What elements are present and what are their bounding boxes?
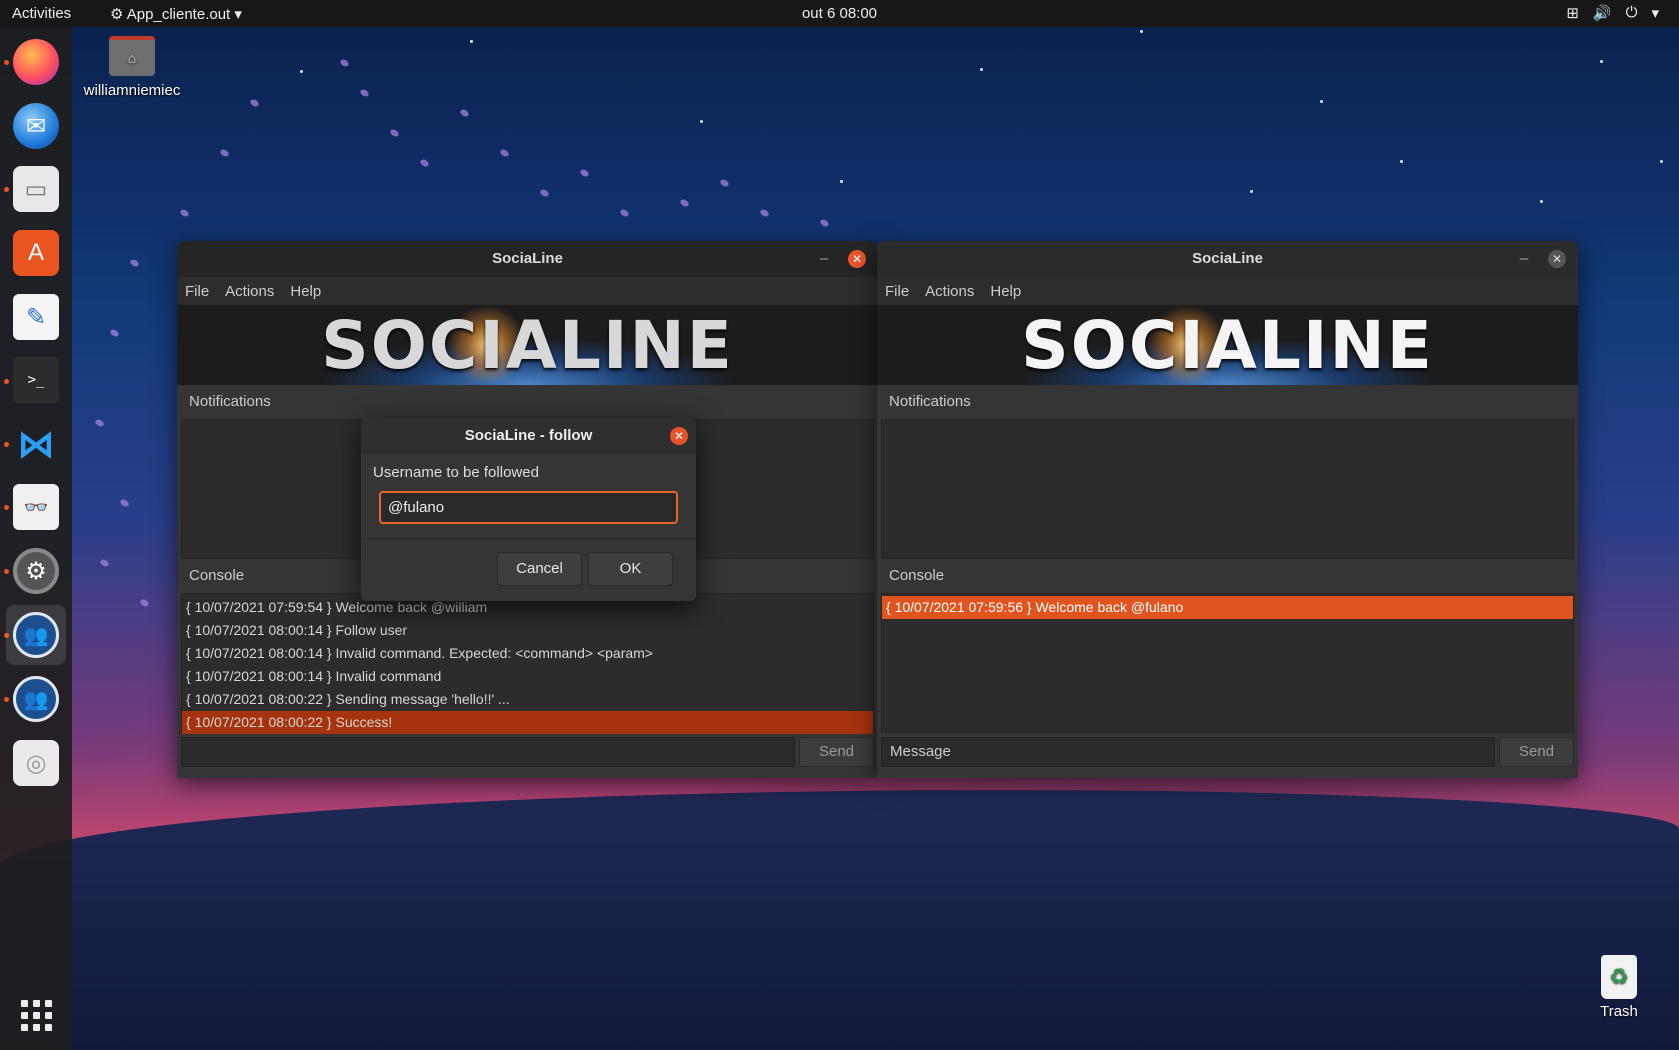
dialog-title: SociaLine - follow <box>464 427 593 444</box>
menu-file[interactable]: File <box>885 283 909 300</box>
username-label: Username to be followed <box>373 464 539 481</box>
dock-firefox[interactable] <box>6 32 66 92</box>
console-line-selected[interactable]: { 10/07/2021 08:00:22 } Success! <box>182 711 873 734</box>
ok-button[interactable]: OK <box>588 552 673 586</box>
window-titlebar[interactable]: SociaLine – ✕ <box>177 241 878 277</box>
top-bar: Activities ⚙ App_cliente.out ▾ out 6 08:… <box>0 0 1679 27</box>
network-icon: ⊞ <box>1566 5 1579 22</box>
dock-socialine-2[interactable]: 👥 <box>6 669 66 729</box>
menu-bar: File Actions Help <box>877 277 1578 305</box>
socialine-window-right: SociaLine – ✕ File Actions Help SOCIALIN… <box>877 241 1578 778</box>
follow-dialog: SociaLine - follow ✕ Username to be foll… <box>361 418 696 601</box>
close-button[interactable]: ✕ <box>670 427 688 445</box>
socialine-icon: 👥 <box>13 676 59 722</box>
system-tray[interactable]: ⊞ 🔊 ⏻ ▾ <box>1566 4 1659 22</box>
trash-icon: ♻ <box>1601 955 1637 999</box>
close-button[interactable]: ✕ <box>1548 250 1566 268</box>
dock-files[interactable]: ▭ <box>6 159 66 219</box>
window-titlebar[interactable]: SociaLine – ✕ <box>877 241 1578 277</box>
socialine-banner: SOCIALINE <box>877 305 1578 385</box>
console-label: Console <box>889 567 945 584</box>
files-icon: ▭ <box>13 166 59 212</box>
text-editor-icon: ✎ <box>13 294 59 340</box>
home-folder-icon: ⌂ <box>109 36 155 76</box>
dock-dvd[interactable]: ◎ <box>6 733 66 793</box>
close-button[interactable]: ✕ <box>848 250 866 268</box>
dock-vscode[interactable]: ⋈ <box>6 414 66 474</box>
dock: ✉ ▭ A ✎ >_ ⋈ 👓 ⚙ 👥 👥 ◎ <box>0 27 72 1050</box>
volume-icon: 🔊 <box>1592 5 1612 22</box>
menu-actions[interactable]: Actions <box>225 283 274 300</box>
message-input[interactable]: Message <box>881 737 1495 767</box>
terminal-icon: >_ <box>13 357 59 403</box>
firefox-icon <box>13 39 59 85</box>
console-line[interactable]: { 10/07/2021 08:00:22 } Sending message … <box>182 688 873 711</box>
banner-logo-text: SOCIALINE <box>321 307 734 384</box>
window-title: SociaLine <box>1192 250 1263 267</box>
console-list[interactable]: { 10/07/2021 07:59:54 } Welcome back @wi… <box>181 593 874 734</box>
dock-ubuntu-software[interactable]: A <box>6 223 66 283</box>
notifications-label: Notifications <box>189 393 271 410</box>
power-icon: ⏻ <box>1625 4 1638 21</box>
desktop-home-folder[interactable]: ⌂ williamniemiec <box>82 34 182 99</box>
dialog-titlebar[interactable]: SociaLine - follow ✕ <box>361 418 696 454</box>
username-input[interactable]: @fulano <box>379 491 678 524</box>
socialine-icon: 👥 <box>13 612 59 658</box>
dock-terminal[interactable]: >_ <box>6 350 66 410</box>
minimize-button[interactable]: – <box>814 241 834 277</box>
notifications-list[interactable] <box>881 419 1574 559</box>
console-list[interactable]: { 10/07/2021 07:59:56 } Welcome back @fu… <box>881 593 1574 733</box>
message-input[interactable] <box>181 737 795 767</box>
menu-help[interactable]: Help <box>290 283 321 300</box>
console-line[interactable]: { 10/07/2021 08:00:14 } Follow user <box>182 619 873 642</box>
home-folder-label: williamniemiec <box>83 82 181 99</box>
message-row: Send <box>181 737 874 767</box>
document-viewer-icon: 👓 <box>13 484 59 530</box>
console-line-selected[interactable]: { 10/07/2021 07:59:56 } Welcome back @fu… <box>882 596 1573 619</box>
wallpaper-hill <box>0 790 1679 1050</box>
banner-logo-text: SOCIALINE <box>1021 307 1434 384</box>
send-button[interactable]: Send <box>799 737 874 767</box>
trash-label: Trash <box>1600 1003 1638 1020</box>
dock-thunderbird[interactable]: ✉ <box>6 96 66 156</box>
show-applications-button[interactable] <box>6 985 66 1045</box>
socialine-banner: SOCIALINE <box>177 305 878 385</box>
settings-icon: ⚙ <box>13 548 59 594</box>
console-line[interactable]: { 10/07/2021 08:00:14 } Invalid command.… <box>182 642 873 665</box>
send-button[interactable]: Send <box>1499 737 1574 767</box>
cancel-button[interactable]: Cancel <box>497 552 582 586</box>
menu-actions[interactable]: Actions <box>925 283 974 300</box>
vscode-icon: ⋈ <box>17 423 55 466</box>
chevron-down-icon: ▾ <box>1651 5 1659 22</box>
minimize-button[interactable]: – <box>1514 241 1534 277</box>
window-title: SociaLine <box>492 250 563 267</box>
message-row: Message Send <box>881 737 1574 767</box>
dock-text-editor[interactable]: ✎ <box>6 287 66 347</box>
notifications-label: Notifications <box>889 393 971 410</box>
console-line[interactable]: { 10/07/2021 08:00:14 } Invalid command <box>182 665 873 688</box>
menu-bar: File Actions Help <box>177 277 878 305</box>
dvd-icon: ◎ <box>13 740 59 786</box>
desktop-trash[interactable]: ♻ Trash <box>1591 955 1647 1020</box>
dock-settings[interactable]: ⚙ <box>6 541 66 601</box>
clock[interactable]: out 6 08:00 <box>0 5 1679 22</box>
menu-file[interactable]: File <box>185 283 209 300</box>
dialog-buttons: Cancel OK <box>361 539 696 586</box>
dock-document-viewer[interactable]: 👓 <box>6 477 66 537</box>
dock-socialine[interactable]: 👥 <box>6 605 66 665</box>
show-applications-icon <box>20 999 52 1031</box>
menu-help[interactable]: Help <box>990 283 1021 300</box>
thunderbird-icon: ✉ <box>13 103 59 149</box>
ubuntu-software-icon: A <box>13 230 59 276</box>
